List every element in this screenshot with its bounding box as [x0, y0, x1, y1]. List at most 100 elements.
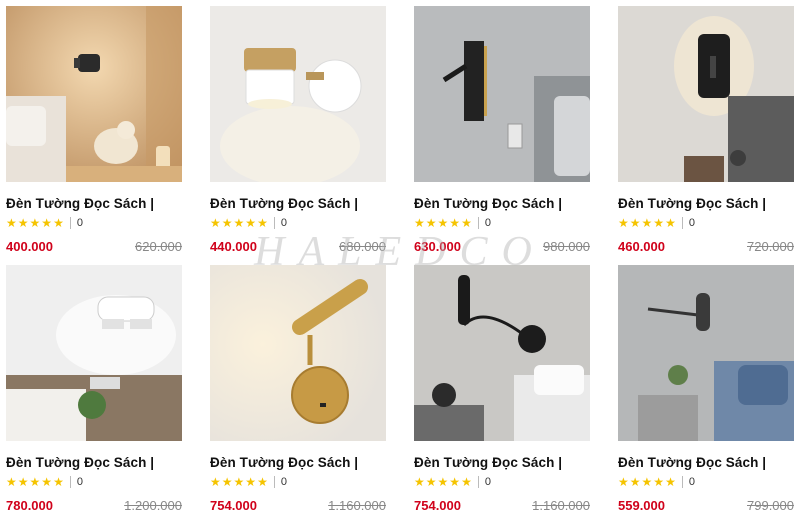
star-icon: ★: [629, 216, 641, 230]
star-icon: ★: [449, 216, 461, 230]
product-image[interactable]: [210, 6, 386, 182]
star-icon: ★: [29, 216, 41, 230]
product-card[interactable]: Đèn Tường Đọc Sách | ★ ★ ★ ★ ★ 0 460.000 720…: [618, 6, 794, 256]
product-title[interactable]: Đèn Tường Đọc Sách |: [6, 455, 182, 470]
price-row: 400.000 620.000: [6, 239, 182, 254]
product-title[interactable]: Đèn Tường Đọc Sách |: [414, 196, 590, 211]
product-title[interactable]: Đèn Tường Đọc Sách |: [414, 455, 590, 470]
product-title[interactable]: Đèn Tường Đọc Sách |: [6, 196, 182, 211]
star-icon: ★: [29, 475, 41, 489]
rating-count: 0: [688, 217, 695, 229]
sale-price: 559.000: [618, 498, 665, 513]
rating-stars: ★ ★ ★ ★ ★: [618, 476, 676, 488]
rating-count: 0: [484, 476, 491, 488]
star-icon: ★: [233, 475, 245, 489]
sale-price: 460.000: [618, 239, 665, 254]
star-icon: ★: [210, 475, 221, 489]
divider: [681, 476, 683, 488]
original-price: 1.160.000: [328, 498, 386, 513]
sale-price: 754.000: [210, 498, 257, 513]
product-image[interactable]: [6, 6, 182, 182]
product-rating: ★ ★ ★ ★ ★ 0: [6, 216, 182, 230]
product-image[interactable]: [618, 6, 794, 182]
divider: [477, 217, 479, 229]
product-image[interactable]: [414, 6, 590, 182]
star-icon: ★: [414, 216, 425, 230]
product-title[interactable]: Đèn Tường Đọc Sách |: [618, 196, 794, 211]
star-icon: ★: [53, 475, 64, 489]
original-price: 1.160.000: [532, 498, 590, 513]
star-icon: ★: [653, 475, 665, 489]
star-icon: ★: [665, 216, 676, 230]
divider: [273, 476, 275, 488]
product-grid: Đèn Tường Đọc Sách | ★ ★ ★ ★ ★ 0 400.000 620…: [6, 6, 794, 515]
product-card[interactable]: Đèn Tường Đọc Sách | ★ ★ ★ ★ ★ 0 780.000 1.2…: [6, 265, 182, 515]
product-rating: ★ ★ ★ ★ ★ 0: [414, 216, 590, 230]
product-rating: ★ ★ ★ ★ ★ 0: [210, 216, 386, 230]
rating-count: 0: [280, 476, 287, 488]
product-rating: ★ ★ ★ ★ ★ 0: [618, 475, 794, 489]
star-icon: ★: [210, 216, 221, 230]
star-icon: ★: [641, 216, 653, 230]
rating-count: 0: [76, 217, 83, 229]
star-icon: ★: [437, 475, 449, 489]
star-icon: ★: [653, 216, 665, 230]
product-rating: ★ ★ ★ ★ ★ 0: [414, 475, 590, 489]
product-card[interactable]: Đèn Tường Đọc Sách | ★ ★ ★ ★ ★ 0 400.000 620…: [6, 6, 182, 256]
star-icon: ★: [53, 216, 64, 230]
star-icon: ★: [618, 475, 629, 489]
rating-stars: ★ ★ ★ ★ ★: [6, 217, 64, 229]
star-icon: ★: [629, 475, 641, 489]
product-image[interactable]: [210, 265, 386, 441]
product-card[interactable]: Đèn Tường Đọc Sách | ★ ★ ★ ★ ★ 0 559.000 799…: [618, 265, 794, 515]
sale-price: 754.000: [414, 498, 461, 513]
sale-price: 400.000: [6, 239, 53, 254]
divider: [681, 217, 683, 229]
rating-count: 0: [76, 476, 83, 488]
star-icon: ★: [618, 216, 629, 230]
sale-price: 780.000: [6, 498, 53, 513]
original-price: 680.000: [339, 239, 386, 254]
price-row: 460.000 720.000: [618, 239, 794, 254]
original-price: 799.000: [747, 498, 794, 513]
product-card[interactable]: Đèn Tường Đọc Sách | ★ ★ ★ ★ ★ 0 440.000 680…: [210, 6, 386, 256]
star-icon: ★: [245, 216, 257, 230]
product-rating: ★ ★ ★ ★ ★ 0: [210, 475, 386, 489]
product-card[interactable]: Đèn Tường Đọc Sách | ★ ★ ★ ★ ★ 0 754.000 1.1…: [210, 265, 386, 515]
rating-stars: ★ ★ ★ ★ ★: [414, 217, 472, 229]
rating-stars: ★ ★ ★ ★ ★: [414, 476, 472, 488]
rating-count: 0: [688, 476, 695, 488]
original-price: 980.000: [543, 239, 590, 254]
star-icon: ★: [17, 216, 29, 230]
price-row: 754.000 1.160.000: [414, 498, 590, 513]
star-icon: ★: [233, 216, 245, 230]
star-icon: ★: [6, 216, 17, 230]
price-row: 559.000 799.000: [618, 498, 794, 513]
star-icon: ★: [17, 475, 29, 489]
rating-stars: ★ ★ ★ ★ ★: [210, 217, 268, 229]
price-row: 780.000 1.200.000: [6, 498, 182, 513]
price-row: 630.000 980.000: [414, 239, 590, 254]
product-card[interactable]: Đèn Tường Đọc Sách | ★ ★ ★ ★ ★ 0 630.000 980…: [414, 6, 590, 256]
price-row: 440.000 680.000: [210, 239, 386, 254]
product-image[interactable]: [618, 265, 794, 441]
divider: [477, 476, 479, 488]
star-icon: ★: [414, 475, 425, 489]
star-icon: ★: [665, 475, 676, 489]
star-icon: ★: [257, 216, 268, 230]
star-icon: ★: [461, 216, 472, 230]
divider: [273, 217, 275, 229]
sale-price: 630.000: [414, 239, 461, 254]
star-icon: ★: [41, 216, 53, 230]
product-card[interactable]: Đèn Tường Đọc Sách | ★ ★ ★ ★ ★ 0 754.000 1.1…: [414, 265, 590, 515]
product-title[interactable]: Đèn Tường Đọc Sách |: [210, 196, 386, 211]
product-image[interactable]: [414, 265, 590, 441]
original-price: 1.200.000: [124, 498, 182, 513]
star-icon: ★: [221, 475, 233, 489]
product-title[interactable]: Đèn Tường Đọc Sách |: [618, 455, 794, 470]
star-icon: ★: [425, 216, 437, 230]
original-price: 720.000: [747, 239, 794, 254]
star-icon: ★: [245, 475, 257, 489]
product-title[interactable]: Đèn Tường Đọc Sách |: [210, 455, 386, 470]
product-image[interactable]: [6, 265, 182, 441]
